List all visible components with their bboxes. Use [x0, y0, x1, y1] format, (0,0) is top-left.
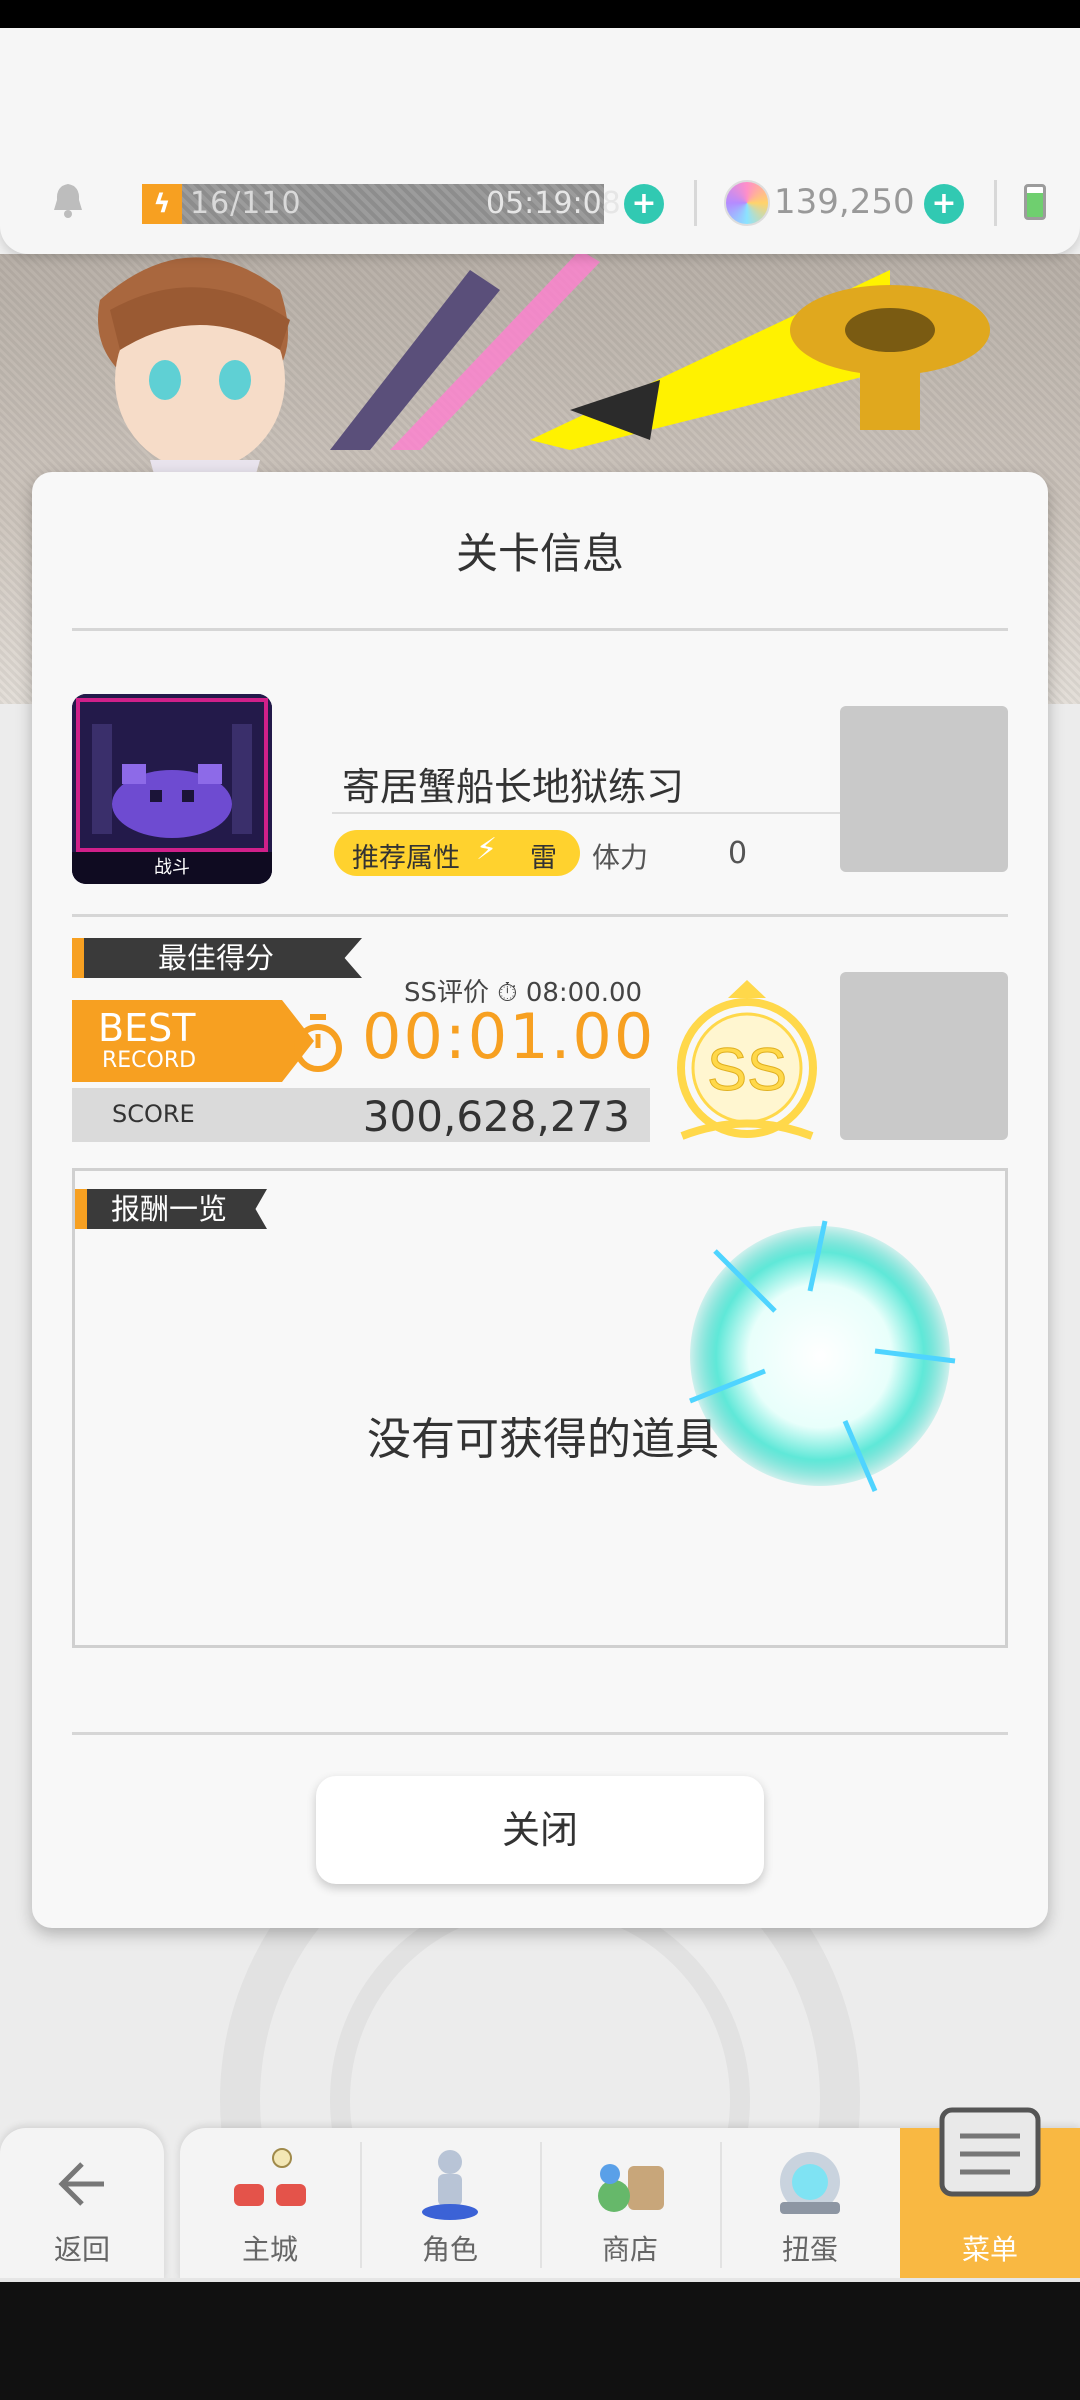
stamina-timer: 05:19:08	[486, 186, 621, 221]
divider	[72, 1732, 1008, 1735]
lightning-icon: ϟ	[142, 184, 182, 224]
best-record-badge: BEST RECORD	[72, 1000, 282, 1082]
divider	[72, 914, 1008, 917]
rank-text: SS	[707, 1036, 787, 1103]
nav-label: 菜单	[961, 2233, 1018, 2266]
stamina-cost-label: 体力	[592, 841, 649, 874]
best-score-section-label: 最佳得分	[72, 938, 362, 978]
golden-crown-art	[790, 285, 990, 430]
nav-item-town[interactable]: 主城	[180, 2128, 360, 2282]
stage-thumbnail: 战斗	[72, 694, 272, 884]
score-bar: SCORE 300,628,273	[72, 1088, 650, 1142]
nav-label: 角色	[421, 2233, 478, 2266]
shop-bags-icon	[598, 2164, 664, 2212]
best-time: 00:01.00	[362, 1000, 656, 1073]
bottom-navigation: 主城 角色 商店 扭蛋 菜单	[180, 2107, 1080, 2282]
bell-icon[interactable]	[48, 180, 88, 220]
gem-count: 139,250	[774, 182, 915, 222]
recommended-attribute-label: 推荐属性	[352, 843, 460, 874]
best-label: BEST	[98, 1006, 196, 1050]
empty-slot	[840, 706, 1008, 872]
system-navigation-bar	[0, 2282, 1080, 2400]
recommended-attribute-value: 雷	[530, 843, 557, 874]
arrow-left-icon	[58, 2162, 104, 2206]
add-gems-button[interactable]: +	[924, 184, 964, 224]
recommended-attribute-badge: 推荐属性 ⚡ 雷	[334, 830, 580, 876]
divider	[994, 180, 997, 226]
ss-rank-medal: SS	[677, 980, 817, 1140]
stage-type-label: 战斗	[72, 852, 272, 884]
stopwatch-icon	[294, 1014, 342, 1072]
nav-item-gacha[interactable]: 扭蛋	[720, 2128, 900, 2282]
divider	[72, 628, 1008, 631]
stamina-count: 16/110	[190, 186, 302, 221]
record-label: RECORD	[102, 1048, 197, 1073]
stamina-cost-value: 0	[728, 836, 748, 871]
system-status-bar	[0, 0, 1080, 28]
nav-item-characters[interactable]: 角色	[360, 2128, 540, 2282]
gacha-orb-icon	[780, 2152, 840, 2214]
sparkle-effect-icon	[689, 1220, 956, 1492]
menu-scroll-icon	[939, 2107, 1041, 2197]
rewards-panel: 报酬一览 没有可获得的道具	[72, 1168, 1008, 1648]
back-label: 返回	[53, 2233, 110, 2266]
divider	[694, 180, 697, 226]
character-statue-icon	[422, 2150, 478, 2220]
thunder-icon: ⚡	[476, 832, 498, 867]
town-icon	[234, 2148, 306, 2206]
add-stamina-button[interactable]: +	[624, 184, 664, 224]
nav-label: 商店	[601, 2233, 658, 2266]
back-button[interactable]: 返回	[0, 2128, 164, 2282]
dialog-title: 关卡信息	[455, 529, 624, 578]
stage-info-dialog: 关卡信息 战斗 寄居蟹船长地狱练习 推荐属性 ⚡ 雷 体力 0 最佳得分 SS评…	[32, 472, 1048, 1928]
empty-slot	[840, 972, 1008, 1140]
close-button[interactable]: 关闭	[316, 1776, 764, 1884]
stage-name: 寄居蟹船长地狱练习	[342, 765, 685, 809]
nav-label: 主城	[241, 2233, 298, 2266]
nav-label: 扭蛋	[781, 2233, 838, 2266]
rewards-section-label: 报酬一览	[75, 1189, 267, 1229]
score-value: 300,628,273	[362, 1092, 630, 1141]
score-label: SCORE	[112, 1100, 195, 1128]
battery-icon	[1024, 184, 1046, 220]
nav-item-menu[interactable]: 菜单	[900, 2107, 1080, 2282]
gem-icon	[724, 180, 770, 226]
divider	[332, 812, 852, 814]
nav-item-shop[interactable]: 商店	[540, 2128, 720, 2282]
